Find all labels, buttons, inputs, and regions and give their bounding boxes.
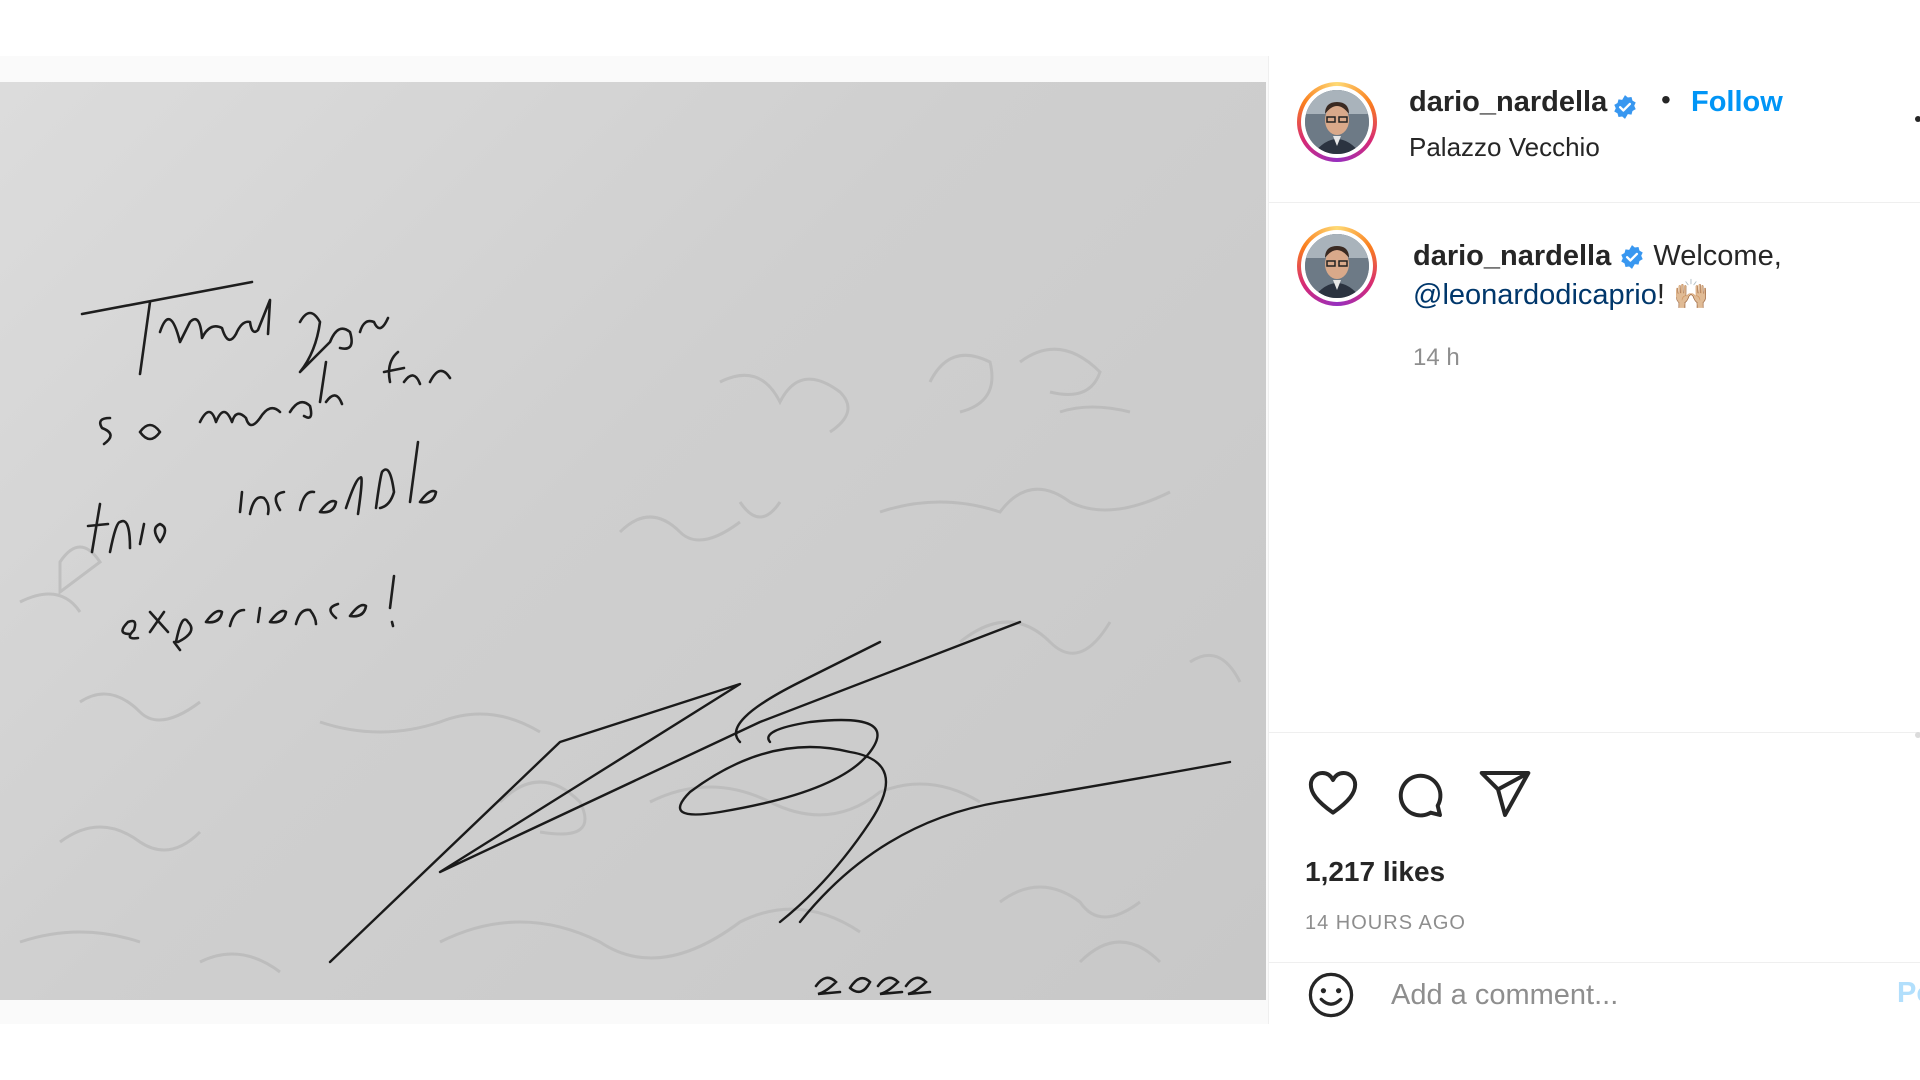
handwritten-guestbook-image [19, 280, 1242, 996]
header-separator: • [1661, 84, 1671, 115]
emoji-icon [1308, 972, 1354, 1018]
caption-block: dario_nardella Welcome, @leonardodicapri… [1269, 202, 1920, 733]
avatar-portrait-icon [1305, 234, 1369, 298]
post-header: dario_nardella • Follow Palazzo Vecchio [1269, 56, 1920, 203]
caption-username[interactable]: dario_nardella [1413, 240, 1611, 272]
comment-button[interactable] [1391, 766, 1447, 822]
follow-button[interactable]: Follow [1691, 86, 1783, 119]
post-comment-button[interactable]: Po [1897, 977, 1920, 1010]
comment-icon [1398, 773, 1443, 818]
verified-badge-icon [1621, 245, 1644, 270]
avatar-portrait-icon [1305, 90, 1369, 154]
like-count[interactable]: 1,217 likes [1305, 856, 1445, 888]
caption-mention-link[interactable]: @leonardodicaprio [1413, 279, 1657, 311]
caption-text: Welcome, [1653, 240, 1782, 272]
verified-badge-icon [1613, 94, 1636, 119]
post-photo[interactable] [0, 82, 1266, 1000]
heart-icon [1308, 771, 1358, 815]
caption-suffix: ! [1656, 279, 1665, 311]
scroll-indicator [1915, 732, 1920, 738]
share-icon [1479, 771, 1531, 817]
like-button[interactable] [1305, 766, 1361, 822]
post-side-panel: dario_nardella • Follow Palazzo Vecchio [1268, 56, 1920, 1027]
post-time-ago: 14 HOURS AGO [1305, 912, 1466, 934]
author-avatar[interactable] [1297, 82, 1377, 162]
more-options-icon[interactable] [1915, 116, 1920, 122]
share-button[interactable] [1477, 766, 1533, 822]
comment-bar: Po [1269, 962, 1920, 1027]
caption-avatar[interactable] [1297, 226, 1377, 306]
post-location[interactable]: Palazzo Vecchio [1409, 132, 1600, 163]
author-username[interactable]: dario_nardella [1409, 86, 1607, 118]
emoji-picker-button[interactable] [1305, 969, 1361, 1025]
comment-input[interactable] [1389, 963, 1863, 1027]
caption-timestamp[interactable]: 14 h [1413, 344, 1460, 372]
caption-emoji: 🙌🏼 [1673, 279, 1710, 311]
